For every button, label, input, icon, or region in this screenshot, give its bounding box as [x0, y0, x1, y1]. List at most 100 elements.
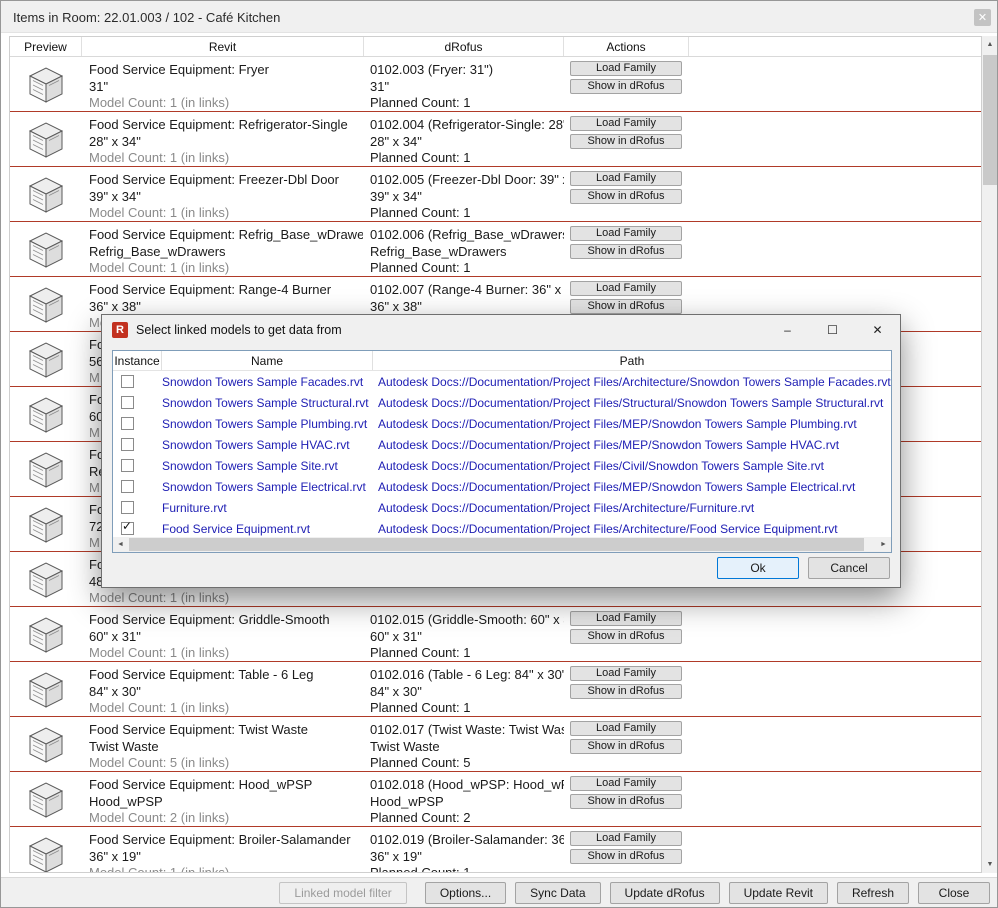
show-in-drofus-button[interactable]: Show in dRofus: [570, 134, 682, 149]
linked-model-row[interactable]: Furniture.rvt Autodesk Docs://Documentat…: [113, 497, 891, 518]
vertical-scrollbar-thumb[interactable]: [983, 55, 997, 185]
footer-button-update-revit[interactable]: Update Revit: [729, 882, 828, 904]
show-in-drofus-button[interactable]: Show in dRofus: [570, 299, 682, 314]
equipment-preview-icon: [23, 668, 69, 710]
drofus-item-id: 0102.019 (Broiler-Salamander: 36" x: [370, 832, 564, 849]
model-name: Food Service Equipment.rvt: [162, 522, 372, 536]
cancel-button[interactable]: Cancel: [808, 557, 890, 579]
linked-model-row[interactable]: Snowdon Towers Sample Facades.rvt Autode…: [113, 371, 891, 392]
table-row: Food Service Equipment: Fryer 31" Model …: [10, 57, 981, 112]
model-checkbox[interactable]: ✓: [121, 522, 134, 535]
revit-cell: Food Service Equipment: Broiler-Salamand…: [89, 832, 363, 873]
load-family-button[interactable]: Load Family: [570, 611, 682, 626]
drofus-cell: 0102.004 (Refrigerator-Single: 28" x 28"…: [370, 117, 564, 167]
dialog-minimize-button[interactable]: –: [765, 315, 810, 345]
show-in-drofus-button[interactable]: Show in dRofus: [570, 849, 682, 864]
footer-button-refresh[interactable]: Refresh: [837, 882, 909, 904]
linked-model-row[interactable]: ✓ Food Service Equipment.rvt Autodesk Do…: [113, 518, 891, 539]
preview-cell: [10, 57, 82, 111]
linked-model-row[interactable]: Snowdon Towers Sample HVAC.rvt Autodesk …: [113, 434, 891, 455]
column-header-name[interactable]: Name: [162, 351, 373, 370]
show-in-drofus-button[interactable]: Show in dRofus: [570, 189, 682, 204]
scroll-left-button[interactable]: ◄: [113, 537, 128, 552]
scroll-up-button[interactable]: ▲: [982, 36, 998, 53]
model-checkbox[interactable]: [121, 480, 134, 493]
model-checkbox[interactable]: [121, 417, 134, 430]
linked-models-list-header: Instance Name Path: [113, 351, 891, 371]
load-family-button[interactable]: Load Family: [570, 116, 682, 131]
table-row: Food Service Equipment: Table - 6 Leg 84…: [10, 662, 981, 717]
equipment-preview-icon: [23, 448, 69, 490]
load-family-button[interactable]: Load Family: [570, 721, 682, 736]
vertical-scrollbar[interactable]: ▲ ▼: [982, 36, 998, 873]
equipment-preview-icon: [23, 173, 69, 215]
actions-cell: Load Family Show in dRofus: [570, 831, 682, 867]
table-row: Food Service Equipment: Freezer-Dbl Door…: [10, 167, 981, 222]
horizontal-scrollbar-thumb[interactable]: [129, 538, 864, 551]
linked-model-row[interactable]: Snowdon Towers Sample Site.rvt Autodesk …: [113, 455, 891, 476]
model-checkbox[interactable]: [121, 438, 134, 451]
model-count: Model Count: 1 (in links): [89, 150, 363, 167]
planned-count: Planned Count: 1: [370, 865, 564, 873]
column-header-drofus[interactable]: dRofus: [364, 37, 564, 56]
footer-button-sync-data[interactable]: Sync Data: [515, 882, 600, 904]
footer-button-options[interactable]: Options...: [425, 882, 506, 904]
horizontal-scrollbar[interactable]: ◄ ►: [113, 537, 891, 552]
drofus-type-name: 36" x 38": [370, 299, 564, 316]
model-path: Autodesk Docs://Documentation/Project Fi…: [378, 480, 891, 494]
revit-type-name: 39" x 34": [89, 189, 363, 206]
footer-button-close[interactable]: Close: [918, 882, 990, 904]
footer-button-update-drofus[interactable]: Update dRofus: [610, 882, 720, 904]
maximize-icon: ☐: [827, 323, 838, 337]
show-in-drofus-button[interactable]: Show in dRofus: [570, 244, 682, 259]
planned-count: Planned Count: 1: [370, 700, 564, 717]
scroll-left-icon: ◄: [117, 541, 124, 548]
drofus-item-id: 0102.003 (Fryer: 31"): [370, 62, 564, 79]
load-family-button[interactable]: Load Family: [570, 61, 682, 76]
load-family-button[interactable]: Load Family: [570, 776, 682, 791]
show-in-drofus-button[interactable]: Show in dRofus: [570, 684, 682, 699]
equipment-preview-icon: [23, 558, 69, 600]
planned-count: Planned Count: 2: [370, 810, 564, 827]
column-header-instance[interactable]: Instance: [113, 351, 162, 370]
revit-cell: Food Service Equipment: Table - 6 Leg 84…: [89, 667, 363, 717]
show-in-drofus-button[interactable]: Show in dRofus: [570, 79, 682, 94]
linked-model-row[interactable]: Snowdon Towers Sample Electrical.rvt Aut…: [113, 476, 891, 497]
show-in-drofus-button[interactable]: Show in dRofus: [570, 629, 682, 644]
column-header-path[interactable]: Path: [373, 351, 892, 370]
drofus-item-id: 0102.007 (Range-4 Burner: 36" x 38': [370, 282, 564, 299]
scroll-right-icon: ►: [880, 541, 887, 548]
model-checkbox[interactable]: [121, 459, 134, 472]
load-family-button[interactable]: Load Family: [570, 171, 682, 186]
linked-model-row[interactable]: Snowdon Towers Sample Structural.rvt Aut…: [113, 392, 891, 413]
model-path: Autodesk Docs://Documentation/Project Fi…: [378, 375, 891, 389]
column-header-actions[interactable]: Actions: [564, 37, 689, 56]
model-checkbox[interactable]: [121, 375, 134, 388]
show-in-drofus-button[interactable]: Show in dRofus: [570, 794, 682, 809]
model-checkbox[interactable]: [121, 501, 134, 514]
revit-family-name: Food Service Equipment: Fryer: [89, 62, 363, 79]
show-in-drofus-button[interactable]: Show in dRofus: [570, 739, 682, 754]
scroll-right-button[interactable]: ►: [876, 537, 891, 552]
dialog-maximize-button[interactable]: ☐: [810, 315, 855, 345]
dialog-title: Select linked models to get data from: [136, 323, 342, 337]
load-family-button[interactable]: Load Family: [570, 831, 682, 846]
planned-count: Planned Count: 1: [370, 645, 564, 662]
scroll-down-button[interactable]: ▼: [982, 856, 998, 873]
linked-model-row[interactable]: Snowdon Towers Sample Plumbing.rvt Autod…: [113, 413, 891, 434]
revit-type-name: Twist Waste: [89, 739, 363, 756]
drofus-type-name: 31": [370, 79, 564, 96]
equipment-preview-icon: [23, 778, 69, 820]
model-count: Model Count: 1 (in links): [89, 865, 363, 873]
load-family-button[interactable]: Load Family: [570, 226, 682, 241]
column-header-preview[interactable]: Preview: [10, 37, 82, 56]
load-family-button[interactable]: Load Family: [570, 666, 682, 681]
column-header-revit[interactable]: Revit: [82, 37, 364, 56]
model-name: Snowdon Towers Sample Site.rvt: [162, 459, 372, 473]
dialog-close-button[interactable]: ✕: [855, 315, 900, 345]
window-close-button[interactable]: ✕: [974, 9, 991, 26]
load-family-button[interactable]: Load Family: [570, 281, 682, 296]
ok-button[interactable]: Ok: [717, 557, 799, 579]
drofus-type-name: 39" x 34": [370, 189, 564, 206]
model-checkbox[interactable]: [121, 396, 134, 409]
